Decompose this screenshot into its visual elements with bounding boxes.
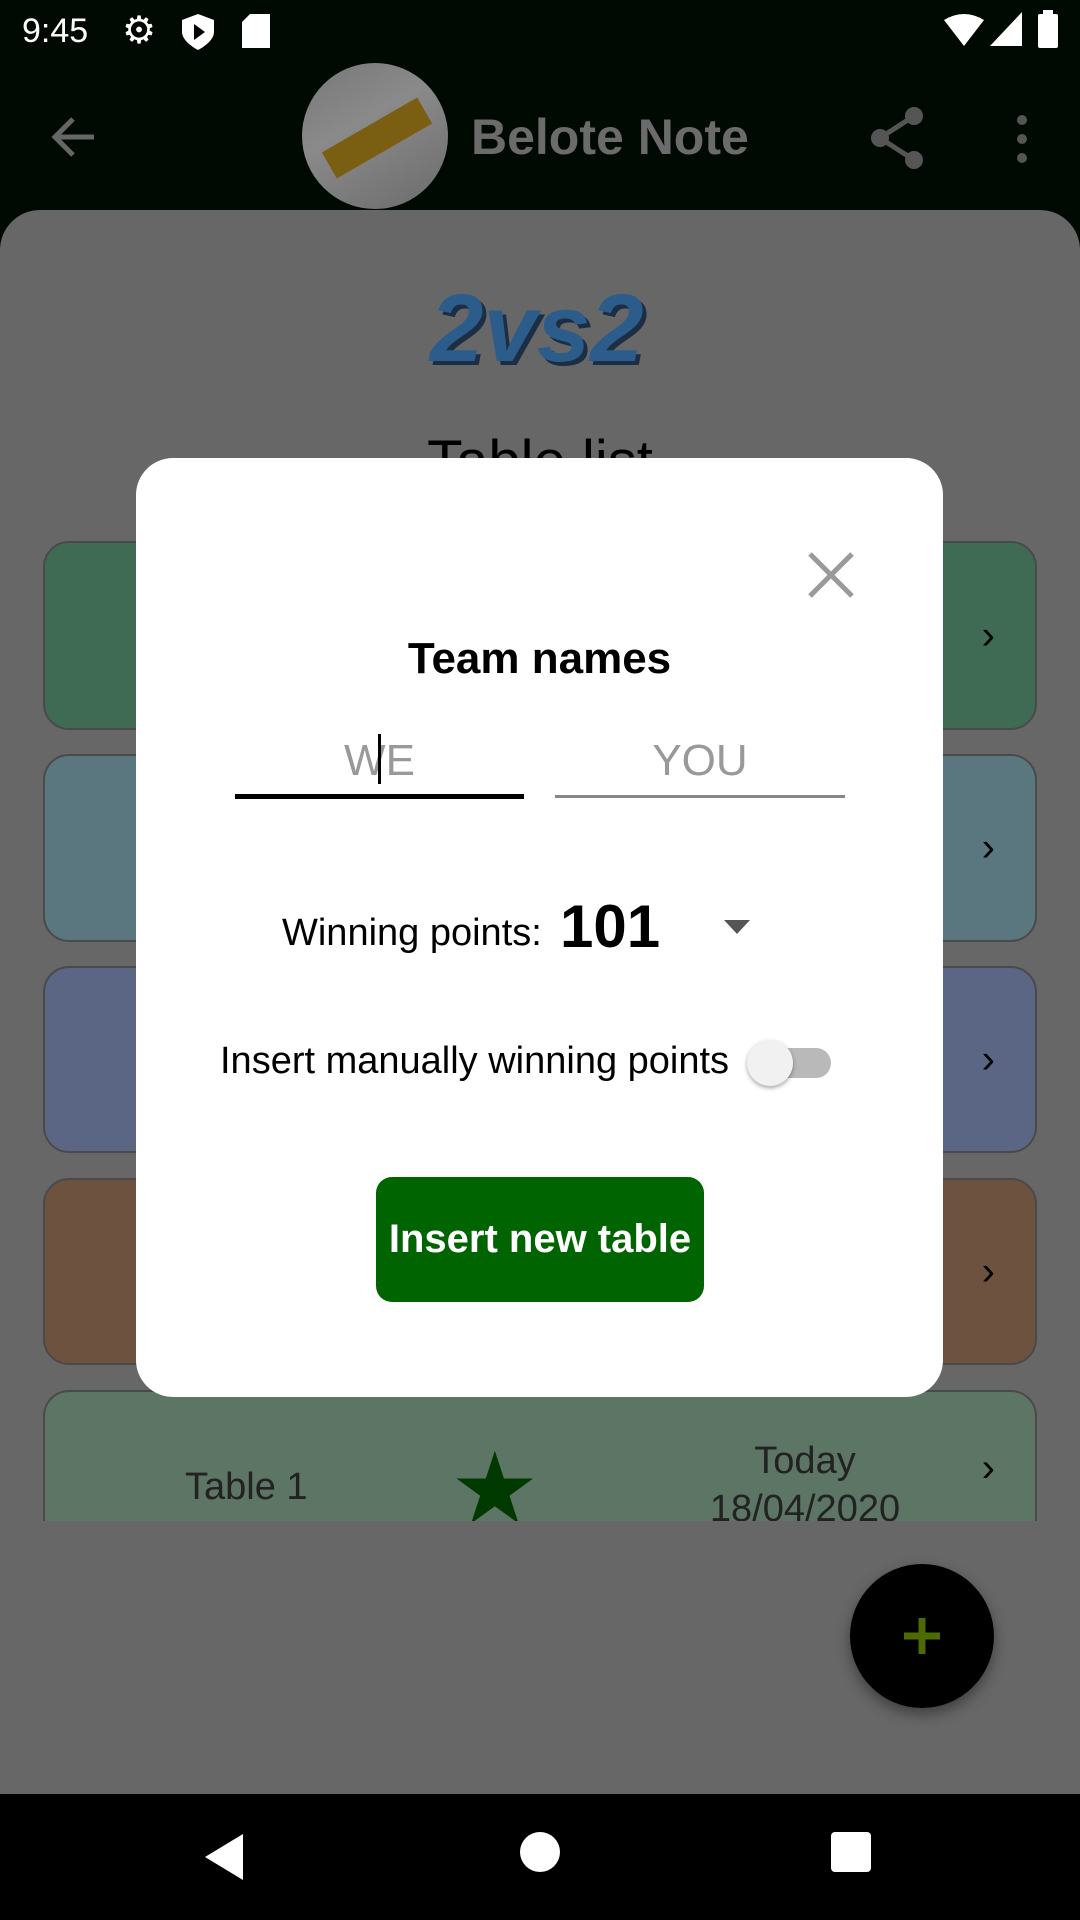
- nav-back-icon[interactable]: [205, 1834, 245, 1880]
- winning-points-select[interactable]: 101: [560, 892, 760, 962]
- chevron-right-icon: ›: [981, 1446, 995, 1490]
- battery-icon: [1038, 10, 1058, 48]
- signal-icon: [990, 12, 1022, 46]
- star-icon: ★: [450, 1433, 540, 1521]
- table-day: Today: [754, 1440, 856, 1482]
- table-card[interactable]: Table 1 ★ Today 18/04/2020 ›: [43, 1390, 1037, 1521]
- more-vert-icon[interactable]: [1012, 114, 1032, 164]
- table-name: Table 1: [185, 1466, 308, 1508]
- team2-underline: [555, 795, 845, 798]
- nav-recents-icon[interactable]: [831, 1832, 871, 1872]
- app-avatar: [302, 63, 448, 209]
- new-table-dialog: Team names WE YOU Winning points: 101 In…: [136, 458, 943, 1397]
- plus-icon: [904, 1618, 940, 1654]
- winning-points-value: 101: [560, 893, 661, 960]
- text-cursor: [378, 734, 381, 784]
- shield-play-icon: [182, 14, 214, 50]
- team1-input[interactable]: WE: [235, 728, 524, 800]
- team2-input[interactable]: YOU: [555, 728, 845, 800]
- chevron-right-icon: ›: [981, 1037, 995, 1081]
- sd-card-icon: [242, 14, 270, 48]
- status-bar: 9:45 ⚙: [0, 0, 1080, 62]
- dialog-title: Team names: [407, 634, 672, 683]
- team1-underline: [235, 794, 524, 799]
- table-card-clip: Table 1 ★ Today 18/04/2020 ›: [43, 1390, 1037, 1521]
- chevron-right-icon: ›: [981, 613, 995, 657]
- chevron-right-icon: ›: [981, 1249, 995, 1293]
- chevron-right-icon: ›: [981, 825, 995, 870]
- app-bar: Belote Note: [0, 62, 1080, 210]
- wifi-icon: [944, 14, 984, 46]
- app-title: Belote Note: [471, 109, 749, 165]
- mode-logo: 2vs2: [430, 275, 644, 382]
- back-arrow-icon[interactable]: [50, 114, 96, 160]
- team2-placeholder: YOU: [652, 736, 748, 785]
- close-icon[interactable]: [806, 550, 856, 600]
- navigation-bar: [0, 1794, 1080, 1920]
- manual-points-toggle[interactable]: [747, 1040, 831, 1086]
- manual-points-label: Insert manually winning points: [220, 1040, 730, 1082]
- dropdown-arrow-icon: [724, 920, 750, 934]
- toggle-thumb: [747, 1040, 793, 1086]
- nav-home-icon[interactable]: [520, 1832, 560, 1872]
- table-date: 18/04/2020: [709, 1488, 901, 1521]
- winning-points-label: Winning points:: [282, 912, 542, 954]
- gear-icon: ⚙: [122, 10, 157, 52]
- insert-new-table-button[interactable]: Insert new table: [376, 1177, 704, 1302]
- add-table-fab[interactable]: [850, 1564, 994, 1708]
- share-icon[interactable]: [868, 106, 926, 170]
- status-time: 9:45: [22, 12, 89, 50]
